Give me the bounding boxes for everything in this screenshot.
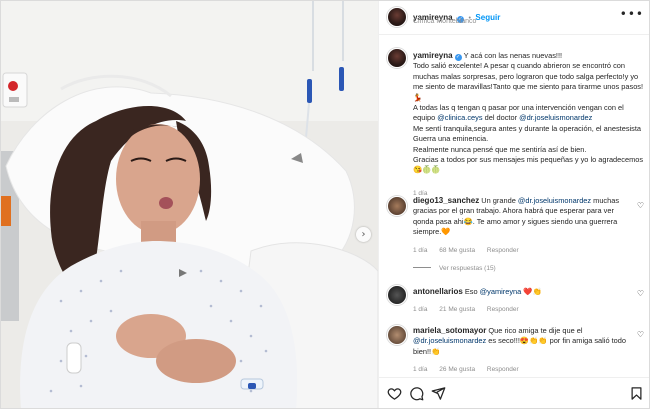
more-horizontal-icon[interactable]: •••	[620, 7, 644, 21]
comment-meta: 1 día 68 Me gusta Responder	[413, 246, 635, 256]
header-location[interactable]: Clínica Monteblanco	[413, 18, 476, 25]
comment: diego13_sanchez Un grande @dr.joseluismo…	[413, 196, 635, 256]
comment-avatar[interactable]	[387, 285, 407, 305]
share-icon[interactable]	[431, 386, 446, 401]
comment-text-b: ❤️👏	[521, 287, 542, 296]
comment: mariela_sotomayor Que rico amiga te dije…	[413, 326, 635, 375]
post-photo[interactable]: ›	[1, 1, 378, 408]
heart-icon[interactable]	[387, 386, 402, 401]
caption-username[interactable]: yamireyna	[413, 51, 453, 60]
avatar[interactable]	[387, 7, 407, 27]
view-replies-button[interactable]: Ver respuestas (15)	[413, 265, 496, 272]
comments-scroll-area[interactable]: yamireyna ✓ Y acá con las nenas nuevas!!…	[379, 39, 649, 375]
comment-like-heart-icon[interactable]: ♡	[637, 330, 644, 339]
reply-button[interactable]: Responder	[487, 247, 519, 254]
comment-username[interactable]: diego13_sanchez	[413, 196, 479, 205]
comment-likes[interactable]: 68 Me gusta	[439, 247, 475, 254]
comment: antonellarios Eso @yamireyna ❤️👏 1 día 2…	[413, 287, 635, 316]
comment-meta: 1 día 26 Me gusta Responder	[413, 365, 635, 375]
comment-username[interactable]: antonellarios	[413, 287, 463, 296]
reply-button[interactable]: Responder	[487, 366, 519, 373]
mention-link[interactable]: @clinica.ceys	[437, 113, 482, 122]
comment-avatar[interactable]	[387, 325, 407, 345]
reply-button[interactable]: Responder	[487, 306, 519, 313]
caption-para5: Gracias a todos por sus mensajes mis peq…	[413, 155, 644, 175]
mention-link[interactable]: @yamireyna	[480, 287, 522, 296]
instagram-post: › yamireyna ✓ • Seguir Clínica Monteblan…	[0, 0, 650, 409]
comment-text-a: Un grande	[479, 196, 518, 205]
comment-like-heart-icon[interactable]: ♡	[637, 289, 644, 298]
post-side-panel: yamireyna ✓ • Seguir Clínica Monteblanco…	[378, 1, 649, 408]
caption: yamireyna ✓ Y acá con las nenas nuevas!!…	[413, 51, 645, 199]
caption-line1: Y acá con las nenas nuevas!!!	[463, 51, 563, 60]
bookmark-icon[interactable]	[629, 386, 644, 401]
verified-badge-icon: ✓	[454, 54, 462, 61]
comment-text-a: Eso	[462, 287, 480, 296]
caption-para1: Todo salió excelente! A pesar q cuando a…	[413, 61, 644, 102]
caption-para4: Realmente nunca pensé que me sentiría as…	[413, 144, 587, 154]
comment-like-heart-icon[interactable]: ♡	[637, 201, 644, 210]
caption-para3: Me sentí tranquila,segura antes y durant…	[413, 123, 642, 144]
comment-meta: 1 día 21 Me gusta Responder	[413, 305, 635, 315]
mention-link[interactable]: @dr.joseluismonardez	[519, 113, 592, 122]
hospital-photo-illustration	[1, 1, 378, 408]
comment-text-a: Que rico amiga te dije que el	[486, 326, 583, 335]
comment-time: 1 día	[413, 366, 428, 374]
comment-likes[interactable]: 26 Me gusta	[439, 366, 475, 373]
mention-link[interactable]: @dr.joseluismonardez	[413, 336, 486, 345]
post-actions-bar	[379, 377, 649, 408]
comment-username[interactable]: mariela_sotomayor	[413, 326, 486, 335]
follow-button[interactable]: Seguir	[475, 13, 500, 22]
chevron-right-icon[interactable]: ›	[356, 227, 371, 242]
caption-para2: A todas las q tengan q pasar por una int…	[413, 103, 645, 124]
comment-avatar[interactable]	[387, 196, 407, 216]
caption-avatar[interactable]	[387, 48, 407, 68]
comment-icon[interactable]	[409, 386, 424, 401]
mention-link[interactable]: @dr.joseluismonardez	[518, 196, 591, 205]
comment-time: 1 día	[413, 306, 428, 314]
comment-likes[interactable]: 21 Me gusta	[439, 306, 475, 313]
caption-para2-text-b: del doctor	[482, 113, 520, 123]
post-header: yamireyna ✓ • Seguir Clínica Monteblanco…	[379, 1, 649, 35]
comment-time: 1 día	[413, 246, 428, 254]
